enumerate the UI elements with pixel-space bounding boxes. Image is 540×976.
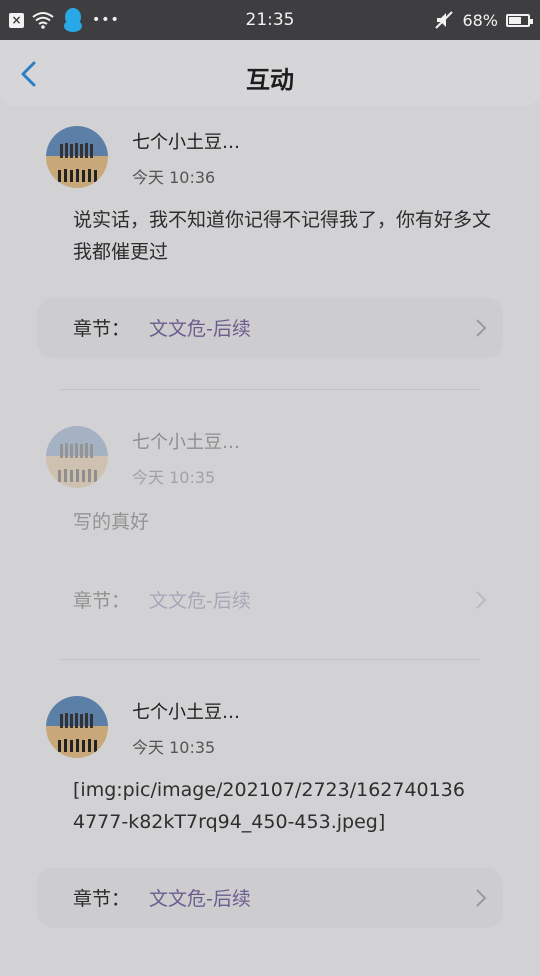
chapter-value: 文文危-后续 xyxy=(149,888,251,910)
divider xyxy=(60,659,480,660)
chevron-right-icon xyxy=(476,889,487,907)
battery-percent: 68% xyxy=(462,10,498,30)
list-item: 七个小土豆… 今天 10:36 说实话，我不知道你记得不记得我了，你有好多文我都… xyxy=(0,106,540,376)
nav-bar: 互动 xyxy=(0,40,540,106)
status-icons-right: 68% xyxy=(434,0,533,40)
post-time: 今天 10:35 xyxy=(132,738,216,757)
username[interactable]: 七个小土豆… xyxy=(132,698,240,724)
post-time: 今天 10:35 xyxy=(132,468,216,487)
chapter-link[interactable]: 章节： 文文危-后续 xyxy=(37,298,503,358)
chapter-link[interactable]: 章节： 文文危-后续 xyxy=(37,570,503,630)
username[interactable]: 七个小土豆… xyxy=(132,428,240,454)
chapter-link[interactable]: 章节： 文文危-后续 xyxy=(37,868,503,928)
page-title: 互动 xyxy=(246,66,294,94)
avatar[interactable] xyxy=(46,696,108,758)
battery-icon xyxy=(506,13,533,27)
list-item: 七个小土豆… 今天 10:35 写的真好 章节： 文文危-后续 xyxy=(0,406,540,656)
username[interactable]: 七个小土豆… xyxy=(132,128,240,154)
avatar[interactable] xyxy=(46,126,108,188)
mute-icon xyxy=(435,11,454,29)
message-text: [img:pic/image/202107/2723/1627401364777… xyxy=(73,779,465,833)
chapter-value: 文文危-后续 xyxy=(149,318,251,340)
message-text: 说实话，我不知道你记得不记得我了，你有好多文我都催更过 xyxy=(73,209,492,263)
divider xyxy=(60,389,480,390)
post-time: 今天 10:36 xyxy=(132,168,216,187)
message-text: 写的真好 xyxy=(73,511,150,533)
status-bar: × ••• 21:35 68% xyxy=(0,0,540,40)
chapter-value: 文文危-后续 xyxy=(149,590,251,612)
chapter-label: 章节： xyxy=(73,888,131,910)
chapter-label: 章节： xyxy=(73,590,131,612)
chapter-label: 章节： xyxy=(73,318,131,340)
list-item: 七个小土豆… 今天 10:35 [img:pic/image/202107/27… xyxy=(0,676,540,976)
chevron-right-icon xyxy=(476,591,487,609)
avatar[interactable] xyxy=(46,426,108,488)
chevron-right-icon xyxy=(476,319,487,337)
